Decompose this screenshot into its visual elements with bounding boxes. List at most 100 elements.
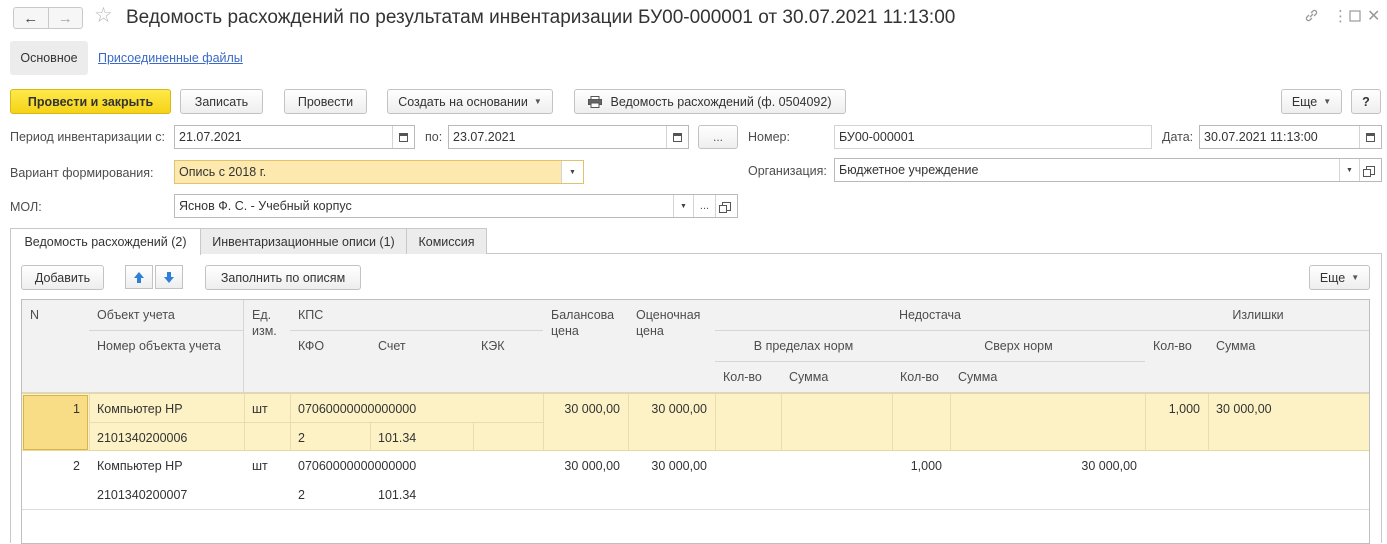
dropdown-icon[interactable]: ▼: [673, 195, 693, 217]
more-button[interactable]: Еще ▼: [1281, 89, 1342, 114]
col-divider: [290, 394, 291, 450]
period-to-field[interactable]: 23.07.2021: [448, 125, 689, 149]
date-value: 30.07.2021 11:13:00: [1204, 130, 1318, 144]
header-within-qty[interactable]: Кол-во: [715, 362, 782, 393]
table-end-divider: [22, 509, 1369, 510]
forward-arrow-icon[interactable]: →: [47, 8, 83, 28]
ellipsis-icon[interactable]: ...: [693, 195, 715, 217]
header-kek[interactable]: КЭК: [473, 331, 544, 393]
print-report-label: Ведомость расхождений (ф. 0504092): [610, 94, 832, 109]
cell-object-num: 2101340200006: [97, 431, 188, 445]
col-divider: [950, 394, 951, 450]
header-object[interactable]: Объект учета: [89, 300, 244, 331]
tab-discrepancy[interactable]: Ведомость расхождений (2): [10, 228, 201, 255]
history-nav: ← →: [13, 7, 83, 29]
star-icon[interactable]: ☆: [94, 4, 113, 28]
calendar-icon[interactable]: [1359, 126, 1381, 148]
calendar-icon[interactable]: [392, 126, 414, 148]
back-arrow-icon[interactable]: ←: [14, 8, 48, 28]
cell-object: Компьютер HP: [97, 402, 183, 416]
col-divider: [781, 394, 782, 450]
header-account[interactable]: Счет: [370, 331, 474, 393]
header-kfo[interactable]: КФО: [290, 331, 371, 393]
header-n[interactable]: N: [22, 300, 90, 393]
table-row[interactable]: 2 Компьютер HP 2101340200007 шт 07060000…: [22, 451, 1369, 509]
table-more-button[interactable]: Еще ▼: [1309, 265, 1370, 290]
open-icon[interactable]: [715, 195, 737, 217]
header-above-qty[interactable]: Кол-во: [892, 362, 951, 393]
save-button[interactable]: Записать: [180, 89, 263, 114]
header-estimated-price[interactable]: Оценочная цена: [628, 300, 716, 393]
org-field[interactable]: Бюджетное учреждение ▼: [834, 158, 1382, 182]
cell-estimated-price: 30 000,00: [651, 402, 707, 416]
tab-inventory-lists[interactable]: Инвентаризационные описи (1): [200, 228, 407, 254]
nav-main[interactable]: Основное: [10, 41, 88, 75]
dropdown-icon[interactable]: ▼: [1339, 159, 1359, 181]
header-surplus[interactable]: Излишки: [1145, 300, 1369, 331]
maximize-icon[interactable]: [1349, 8, 1361, 26]
post-button[interactable]: Провести: [284, 89, 367, 114]
print-report-button[interactable]: Ведомость расхождений (ф. 0504092): [574, 89, 846, 114]
kebab-menu-icon[interactable]: ⋮: [1333, 8, 1348, 26]
header-above-sum[interactable]: Сумма: [950, 362, 1146, 393]
row-divider: [89, 422, 544, 423]
header-unit[interactable]: Ед. изм.: [244, 300, 291, 393]
cell-object: Компьютер HP: [97, 459, 183, 473]
post-and-close-button[interactable]: Провести и закрыть: [10, 89, 171, 114]
add-row-button[interactable]: Добавить: [21, 265, 104, 290]
window-title: Ведомость расхождений по результатам инв…: [126, 7, 956, 28]
header-surplus-sum[interactable]: Сумма: [1208, 331, 1369, 393]
header-kps[interactable]: КПС: [290, 300, 544, 331]
mol-field[interactable]: Яснов Ф. С. - Учебный корпус ▼ ...: [174, 194, 738, 218]
variant-label: Вариант формирования:: [10, 166, 154, 180]
cell-surplus-sum: 30 000,00: [1216, 402, 1272, 416]
period-from-field[interactable]: 21.07.2021: [174, 125, 415, 149]
discrepancy-table[interactable]: N Объект учета Номер объекта учета Ед. и…: [21, 299, 1370, 544]
help-button[interactable]: ?: [1351, 89, 1381, 114]
header-object-num[interactable]: Номер объекта учета: [89, 331, 244, 393]
variant-select[interactable]: Опись с 2018 г. ▼: [174, 160, 584, 184]
header-within-norms[interactable]: В пределах норм: [715, 331, 893, 362]
header-above-norms[interactable]: Сверх норм: [892, 331, 1146, 362]
chevron-down-icon: ▼: [1351, 273, 1360, 282]
cell-n: 1: [73, 402, 80, 416]
period-from-label: Период инвентаризации с:: [10, 130, 166, 144]
header-balance-price[interactable]: Балансова цена: [543, 300, 629, 393]
cell-surplus-qty: 1,000: [1168, 402, 1200, 416]
cell-estimated-price: 30 000,00: [651, 459, 707, 473]
header-within-sum[interactable]: Сумма: [781, 362, 893, 393]
period-to-value: 23.07.2021: [453, 130, 516, 144]
open-icon[interactable]: [1359, 159, 1381, 181]
create-based-on-button[interactable]: Создать на основании ▼: [387, 89, 553, 114]
col-divider: [244, 394, 245, 450]
mol-label: МОЛ:: [10, 200, 42, 214]
fill-from-lists-button[interactable]: Заполнить по описям: [205, 265, 361, 290]
variant-value: Опись с 2018 г.: [179, 165, 267, 179]
tab-commission[interactable]: Комиссия: [406, 228, 487, 254]
date-field[interactable]: 30.07.2021 11:13:00: [1199, 125, 1382, 149]
arrow-up-icon[interactable]: [125, 265, 153, 289]
cell-kfo: 2: [298, 488, 305, 502]
number-value: БУ00-000001: [839, 130, 915, 144]
number-label: Номер:: [748, 130, 790, 144]
table-row[interactable]: 1 Компьютер HP 2101340200006 шт 07060000…: [22, 393, 1369, 451]
table-more-label: Еще: [1319, 270, 1346, 285]
close-icon[interactable]: ✕: [1367, 8, 1380, 26]
header-shortage[interactable]: Недостача: [715, 300, 1146, 331]
link-icon[interactable]: [1304, 8, 1319, 27]
org-label: Организация:: [748, 164, 827, 178]
nav-attached-files[interactable]: Присоединенные файлы: [98, 51, 243, 65]
period-to-label: по:: [425, 130, 443, 144]
col-divider: [715, 394, 716, 450]
calendar-icon[interactable]: [666, 126, 688, 148]
chevron-down-icon: ▼: [1323, 97, 1332, 106]
cell-kfo: 2: [298, 431, 305, 445]
arrow-down-icon[interactable]: [155, 265, 183, 289]
number-field[interactable]: БУ00-000001: [834, 125, 1152, 149]
chevron-down-icon: ▼: [533, 97, 542, 106]
dropdown-icon[interactable]: ▼: [561, 161, 583, 183]
header-surplus-qty[interactable]: Кол-во: [1145, 331, 1209, 393]
cell-unit: шт: [252, 402, 268, 416]
print-icon: [588, 95, 603, 108]
period-select-button[interactable]: ...: [698, 125, 738, 149]
